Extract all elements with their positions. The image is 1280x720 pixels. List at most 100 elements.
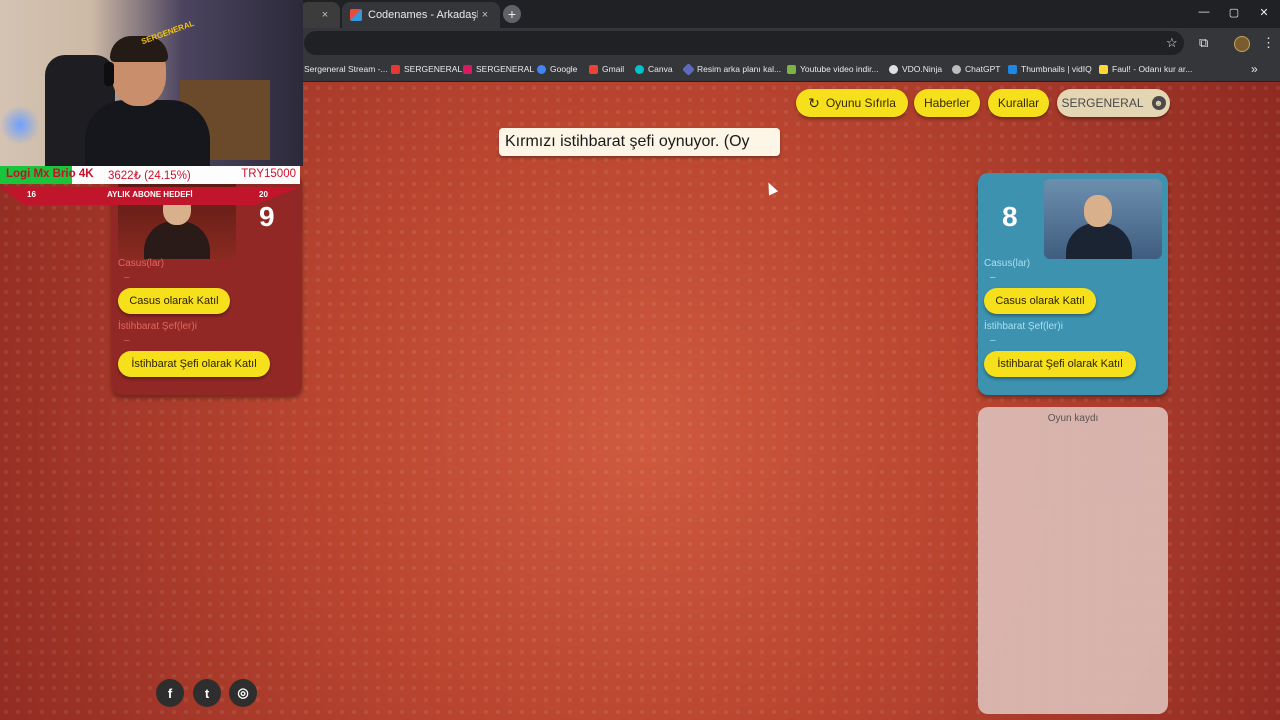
browser-menu-icon[interactable]: ⋮ [1262,36,1275,50]
red-spymasters-list: – [124,335,130,346]
webcam-logo: SERGENERAL [140,18,196,47]
screen: × Codenames - Arkadaşlarınızla ç × + — ▢… [0,0,1280,720]
news-button[interactable]: Haberler [914,89,980,117]
twitter-icon[interactable]: t [193,679,221,707]
blue-join-operative-button[interactable]: Casus olarak Katıl [984,288,1096,314]
bookmark-label: Canva [648,64,673,74]
minimize-icon[interactable]: — [1196,6,1212,18]
extensions-icon[interactable]: ⧉ [1199,36,1208,50]
blue-team-panel: 8 Casus(lar) – Casus olarak Katıl İstihb… [978,173,1168,395]
blue-join-spymaster-button[interactable]: İstihbarat Şefi olarak Katıl [984,351,1136,377]
red-team-score: 9 [259,201,275,232]
instagram-icon [463,64,472,74]
bookmarks-overflow-icon[interactable]: » [1251,62,1258,76]
bookmark-label: Resim arka planı kal... [697,64,782,74]
facebook-icon[interactable]: f [156,679,184,707]
blue-team-score: 8 [1002,201,1018,232]
address-bar[interactable] [304,31,1184,55]
portrait-figure [144,221,210,259]
google-icon [537,64,546,74]
instagram-icon[interactable]: ◎ [229,679,257,707]
red-join-spymaster-button[interactable]: İstihbarat Şefi olarak Katıl [118,351,270,377]
chatgpt-icon [952,64,961,74]
portrait-head [1084,195,1112,227]
bookmark-item[interactable]: VDO.Ninja [889,64,942,74]
tab-title: Codenames - Arkadaşlarınızla ç [368,9,478,21]
user-menu-button[interactable]: SERGENERAL ☻ [1057,89,1170,117]
bookmark-item[interactable]: Youtube video indir... [787,64,879,74]
reset-game-button[interactable]: ↻ Oyunu Sıfırla [796,89,908,117]
red-operatives-list: – [124,272,130,283]
bookmark-item[interactable]: Sergeneral Stream -... [304,64,388,74]
bookmark-item[interactable]: ChatGPT [952,64,1000,74]
maximize-icon[interactable]: ▢ [1226,6,1242,19]
tab-close-icon[interactable]: × [318,9,332,21]
codenames-favicon-icon [350,9,362,21]
red-spymasters-label: İstihbarat Şef(ler)i [118,321,197,332]
bookmark-label: Gmail [602,64,625,74]
rules-button[interactable]: Kurallar [988,89,1049,117]
reset-icon: ↻ [808,94,820,111]
bookmark-label: SERGENERAL [476,64,535,74]
game-log-title: Oyun kaydı [1047,413,1099,424]
vdo-ninja-icon [889,64,898,74]
bookmark-label: Faul! - Odanı kur ar... [1112,64,1193,74]
bookmark-item[interactable]: Canva [635,64,673,74]
bookmark-label: VDO.Ninja [902,64,943,74]
bookmark-label: Google [550,64,578,74]
blue-team-portrait [1044,179,1162,259]
bookmark-label: Youtube video indir... [800,64,879,74]
blue-operatives-label: Casus(lar) [984,258,1031,269]
profile-avatar[interactable] [1234,36,1250,52]
donation-goal-current: 3622₺ (24.15%) [108,170,191,182]
webcam-light [0,105,40,145]
donation-goal-target: TRY15000 [241,168,296,180]
subscriber-goal-current: 16 [27,190,36,199]
bookmark-label: ChatGPT [965,64,1001,74]
bookmark-item[interactable]: Resim arka planı kal... [682,62,782,76]
subscriber-goal-title: AYLIK ABONE HEDEFİ [107,190,193,199]
webcam-person-body [85,100,210,166]
red-team-panel: 9 Casus(lar) – Casus olarak Katıl İstihb… [112,173,302,395]
blue-operatives-list: – [990,272,996,283]
new-tab-icon[interactable]: + [503,5,521,23]
youtube-icon [391,64,400,74]
bookmark-label: Thumbnails | vidIQ [1021,64,1092,74]
donation-goal-bar: Logi Mx Brio 4K 3622₺ (24.15%) TRY15000 [0,166,300,184]
rules-label: Kurallar [997,96,1040,110]
portrait-figure [1066,223,1132,259]
blue-spymasters-list: – [990,335,996,346]
browser-tab-active[interactable]: Codenames - Arkadaşlarınızla ç × [342,2,500,28]
canva-icon [635,64,644,74]
bookmark-item[interactable]: SERGENERAL [391,64,462,74]
bookmark-item[interactable]: Google [537,64,577,74]
bookmark-label: SERGENERAL [404,64,463,74]
browser-tab[interactable]: × [300,2,340,28]
bookmark-item[interactable]: Faul! - Odanı kur ar... [1099,64,1192,74]
bookmark-item[interactable]: Thumbnails | vidIQ [1008,64,1092,74]
webcam-headset [104,62,114,86]
reset-game-label: Oyunu Sıfırla [825,96,896,110]
faul-icon [1099,64,1108,74]
game-log-panel: Oyun kaydı [978,407,1168,714]
news-label: Haberler [923,96,971,110]
bookmark-label: Sergeneral Stream -... [304,64,388,74]
bookmark-star-icon[interactable]: ☆ [1166,36,1178,50]
bookmark-item[interactable]: SERGENERAL [463,64,534,74]
subscriber-goal-bar: 16 AYLIK ABONE HEDEFİ 20 [0,187,300,205]
bookmark-item[interactable]: Gmail [589,64,624,74]
download-icon [787,64,796,74]
username-label: SERGENERAL [1061,96,1144,110]
close-window-icon[interactable]: ✕ [1256,6,1272,19]
subscriber-goal-target: 20 [259,190,268,199]
tab-close-icon[interactable]: × [478,9,492,21]
diamond-icon [682,62,695,76]
game-status-message: Kırmızı istihbarat şefi oynuyor. (Oy [499,128,780,156]
red-operatives-label: Casus(lar) [118,258,165,269]
blue-spymasters-label: İstihbarat Şef(ler)i [984,321,1063,332]
user-icon: ☻ [1151,96,1166,110]
vidiq-icon [1008,64,1017,74]
red-join-operative-button[interactable]: Casus olarak Katıl [118,288,230,314]
gmail-icon [589,64,598,74]
webcam-overlay: SERGENERAL [0,0,303,166]
